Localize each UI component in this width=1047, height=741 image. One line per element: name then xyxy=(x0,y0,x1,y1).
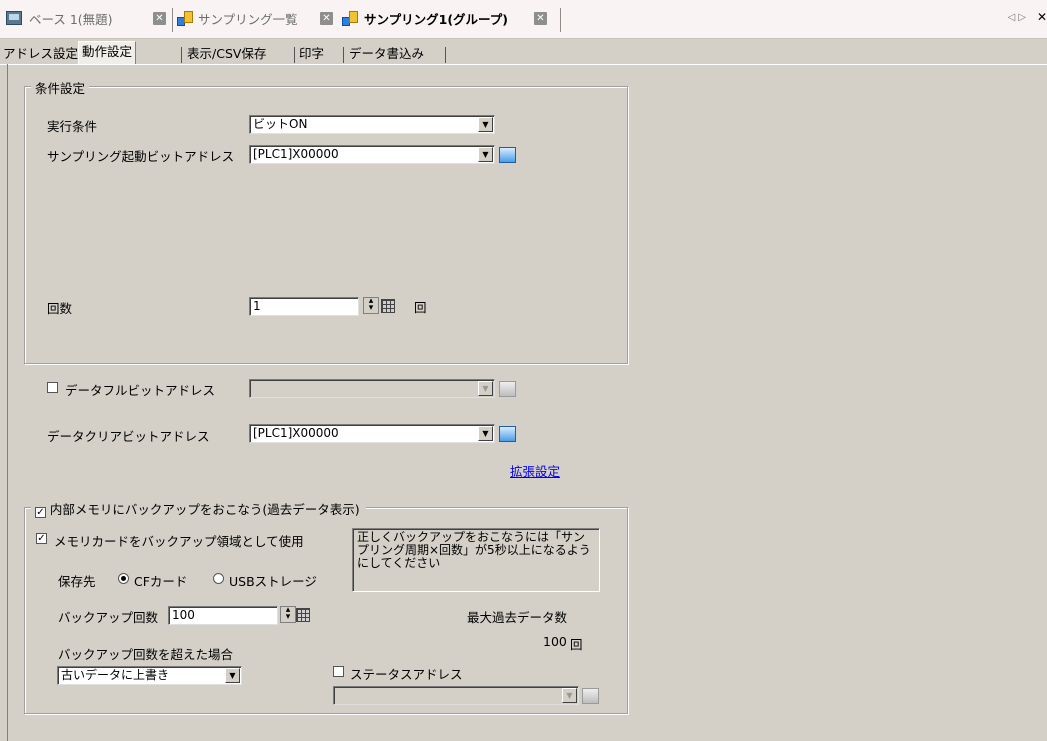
tab-divider xyxy=(560,8,561,32)
memcard-label: メモリカードをバックアップ領域として使用 xyxy=(54,534,304,549)
memcard-checkbox[interactable]: ✓ xyxy=(36,533,47,544)
tab-print[interactable]: 印字 xyxy=(299,44,324,64)
radio-cf-card[interactable] xyxy=(118,573,129,584)
exec-condition-select[interactable]: ビットON ▼ xyxy=(249,115,495,134)
status-address-checkbox[interactable] xyxy=(333,666,344,677)
close-icon[interactable]: ✕ xyxy=(320,12,333,25)
data-full-address-select[interactable]: ▼ xyxy=(249,379,495,398)
tab-divider xyxy=(181,47,182,63)
address-input-icon[interactable] xyxy=(499,147,516,163)
address-input-icon[interactable] xyxy=(499,426,516,442)
chevron-down-icon[interactable]: ▼ xyxy=(478,117,493,132)
count-input[interactable]: 1 xyxy=(249,297,359,316)
doc-tab-sampling1-group[interactable]: サンプリング1(グループ) xyxy=(364,10,508,30)
count-unit: 回 xyxy=(414,300,427,315)
backup-enable-checkbox[interactable]: ✓ xyxy=(35,507,46,518)
chevron-down-icon[interactable]: ▼ xyxy=(478,147,493,162)
start-bit-address-value: [PLC1]X00000 xyxy=(253,147,339,161)
tab-data-write[interactable]: データ書込み xyxy=(349,44,424,64)
backup-title: 内部メモリにバックアップをおこなう(過去データ表示) xyxy=(49,502,360,517)
address-input-icon[interactable] xyxy=(499,381,516,397)
chevron-down-icon[interactable]: ▼ xyxy=(478,381,493,396)
radio-cf-card-label: CFカード xyxy=(134,574,188,589)
backup-note: 正しくバックアップをおこなうには「サンプリング周期×回数」が5秒以上になるように… xyxy=(352,528,600,592)
max-past-data-unit: 回 xyxy=(570,637,583,652)
backup-note-text: 正しくバックアップをおこなうには「サンプリング周期×回数」が5秒以上になるように… xyxy=(357,530,591,570)
count-spinner-icon[interactable]: ▴ ▾ xyxy=(363,297,379,314)
exec-condition-label: 実行条件 xyxy=(47,119,98,134)
backup-count-spinner-icon[interactable]: ▴ ▾ xyxy=(280,606,296,623)
data-full-checkbox[interactable] xyxy=(47,382,58,393)
base-screen-icon xyxy=(6,11,22,25)
radio-usb-storage[interactable] xyxy=(213,573,224,584)
overflow-label: バックアップ回数を超えた場合 xyxy=(58,647,234,662)
max-past-data-label: 最大過去データ数 xyxy=(467,610,568,625)
data-clear-address-value: [PLC1]X00000 xyxy=(253,426,339,440)
chevron-down-icon[interactable]: ▼ xyxy=(225,668,240,683)
close-icon[interactable]: ✕ xyxy=(153,12,166,25)
close-icon[interactable]: ✕ xyxy=(534,12,547,25)
tab-operation-settings[interactable]: 動作設定 xyxy=(78,41,137,65)
status-address-label: ステータスアドレス xyxy=(350,667,463,682)
data-clear-address-select[interactable]: [PLC1]X00000 ▼ xyxy=(249,424,495,443)
panel-left-edge xyxy=(7,64,8,741)
doc-tab-sampling-list[interactable]: サンプリング一覧 xyxy=(198,10,298,30)
overflow-value: 古いデータに上書き xyxy=(61,668,170,682)
data-full-label: データフルビットアドレス xyxy=(65,383,216,398)
tab-divider xyxy=(343,47,344,63)
backup-count-input[interactable]: 100 xyxy=(168,606,278,625)
keypad-icon[interactable] xyxy=(296,608,310,622)
sampling-icon xyxy=(342,11,359,27)
backup-title-wrap: ✓ 内部メモリにバックアップをおこなう(過去データ表示) xyxy=(31,499,366,518)
chevron-down-icon[interactable]: ▼ xyxy=(562,688,577,703)
panel-top-edge xyxy=(0,64,1047,65)
address-input-icon[interactable] xyxy=(582,688,599,704)
start-bit-address-select[interactable]: [PLC1]X00000 ▼ xyxy=(249,145,495,164)
exec-condition-value: ビットON xyxy=(253,117,308,131)
count-label: 回数 xyxy=(47,301,73,316)
status-address-select[interactable]: ▼ xyxy=(333,686,579,705)
data-clear-label: データクリアビットアドレス xyxy=(47,429,210,444)
tab-scroll-arrows-icon[interactable]: ◁▷ xyxy=(1008,12,1029,23)
chevron-down-icon[interactable]: ▼ xyxy=(478,426,493,441)
start-bit-address-label: サンプリング起動ビットアドレス xyxy=(47,149,235,164)
tab-divider xyxy=(294,47,295,63)
sampling-icon xyxy=(177,11,194,27)
tab-display-csv[interactable]: 表示/CSV保存 xyxy=(187,44,266,64)
save-to-label: 保存先 xyxy=(58,574,96,589)
max-past-data-value: 100 xyxy=(543,634,567,649)
extended-settings-link[interactable]: 拡張設定 xyxy=(510,461,560,480)
document-tab-bar: ベース 1(無題) ✕ サンプリング一覧 ✕ サンプリング1(グループ) ✕ ◁… xyxy=(0,0,1047,39)
backup-count-value: 100 xyxy=(172,608,195,622)
condition-settings-title: 条件設定 xyxy=(31,78,90,97)
close-all-icon[interactable]: ✕ xyxy=(1037,10,1047,24)
overflow-select[interactable]: 古いデータに上書き ▼ xyxy=(57,666,242,685)
keypad-icon[interactable] xyxy=(381,299,395,313)
count-value: 1 xyxy=(253,299,261,313)
doc-tab-base1[interactable]: ベース 1(無題) xyxy=(29,10,113,30)
tab-divider xyxy=(172,8,173,32)
radio-usb-storage-label: USBストレージ xyxy=(229,574,317,589)
tab-address-settings[interactable]: アドレス設定 xyxy=(3,44,78,64)
backup-count-label: バックアップ回数 xyxy=(58,610,159,625)
tab-divider xyxy=(445,47,446,63)
